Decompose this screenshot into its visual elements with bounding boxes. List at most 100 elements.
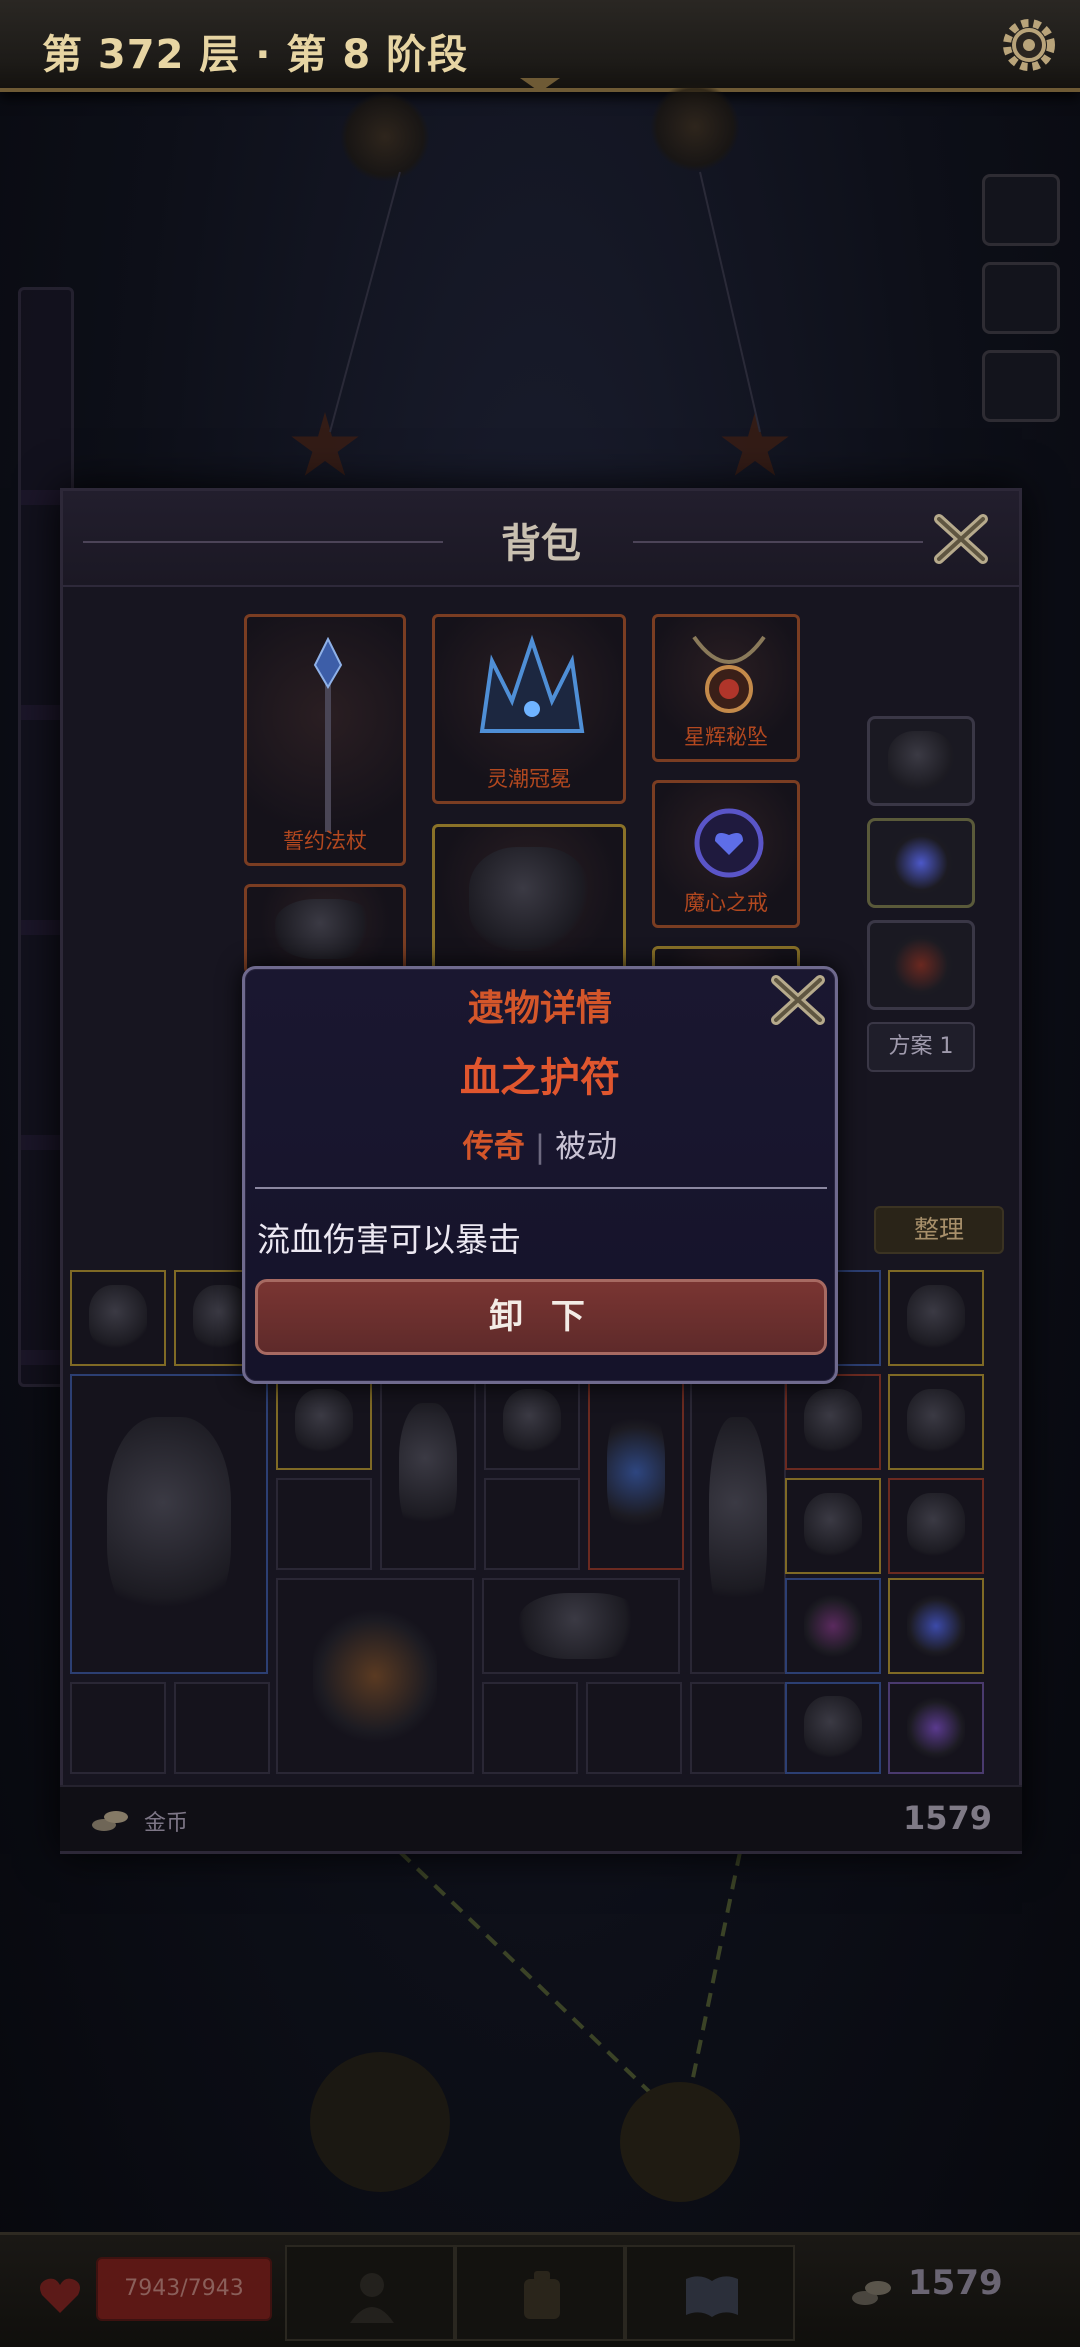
gauntlet-icon: [275, 898, 375, 960]
ring-slot[interactable]: 魔心之戒: [652, 780, 800, 928]
equip-label: 星辉秘坠: [684, 725, 768, 749]
gloves-slot[interactable]: [244, 884, 406, 974]
staff-icon: [708, 1417, 768, 1631]
orb-icon: [803, 1592, 863, 1660]
equip-label: 灵潮冠冕: [487, 767, 571, 791]
backpack-item[interactable]: [888, 1578, 984, 1674]
staff-icon: [313, 637, 343, 832]
backpack-item[interactable]: [888, 1374, 984, 1470]
backpack-empty-cell[interactable]: [276, 1478, 372, 1570]
backpack-empty-cell[interactable]: [70, 1682, 166, 1774]
crystal-icon: [888, 730, 954, 792]
crown-icon: [479, 634, 585, 733]
coins-icon: [92, 1811, 128, 1831]
hourglass-icon: [803, 1492, 863, 1560]
ring-icon: [294, 1388, 354, 1456]
coins-icon: [852, 2281, 891, 2305]
backpack-empty-cell[interactable]: [690, 1682, 786, 1774]
header-divider: [633, 541, 923, 543]
codex-button[interactable]: [625, 2245, 795, 2341]
currency-value: 1579: [902, 1799, 992, 1837]
backpack-item[interactable]: [380, 1374, 476, 1570]
hero-portrait-icon: [350, 2273, 394, 2323]
gauntlet-icon: [312, 1606, 438, 1746]
backpack-empty-cell[interactable]: [484, 1478, 580, 1570]
inventory-header: 背包: [63, 491, 1019, 587]
backpack-item[interactable]: [276, 1374, 372, 1470]
inventory-close-icon[interactable]: [931, 513, 991, 565]
sort-button[interactable]: 整理: [874, 1206, 1004, 1254]
armor-icon: [468, 847, 590, 951]
amulet-icon: [692, 635, 766, 713]
relic-detail-modal: 遗物详情 血之护符 传奇 | 被动 流血伤害可以暴击 卸 下: [242, 966, 838, 1384]
currency-row: 金币 1579: [60, 1785, 1022, 1851]
modal-heading: 遗物详情: [467, 988, 612, 1029]
backpack-empty-cell[interactable]: [586, 1682, 682, 1774]
modal-divider: [255, 1187, 827, 1189]
equip-label: 魔心之戒: [684, 891, 768, 915]
modal-close-icon[interactable]: [767, 973, 829, 1027]
book-icon: [686, 2276, 738, 2317]
backpack-item[interactable]: [888, 1270, 984, 1366]
relic-side-slot[interactable]: [867, 716, 975, 806]
backpack-item[interactable]: [785, 1374, 881, 1470]
crystal-icon: [803, 1696, 863, 1760]
relic-side-slot[interactable]: [867, 818, 975, 908]
relic-tags: 传奇 | 被动: [245, 1121, 835, 1166]
necklace-slot[interactable]: 星辉秘坠: [652, 614, 800, 762]
boots-icon: [906, 1492, 966, 1560]
coat-icon: [106, 1417, 232, 1631]
armor-icon: [906, 1284, 966, 1352]
backpack-item[interactable]: [482, 1578, 680, 1674]
floor-stage-title: 第 372 层 · 第 8 阶段: [42, 32, 469, 78]
backpack-item[interactable]: [70, 1374, 268, 1674]
inventory-title: 背包: [501, 521, 581, 567]
gold-counter: 1579: [908, 2263, 1003, 2303]
backpack-item[interactable]: [888, 1682, 984, 1774]
bottom-bar: 7943/7943 1579: [0, 2232, 1080, 2347]
backpack-item[interactable]: [888, 1478, 984, 1574]
belt-icon: [518, 1592, 644, 1660]
backpack-icon: [524, 2271, 560, 2319]
backpack-empty-cell[interactable]: [174, 1682, 270, 1774]
compass-icon: [906, 1592, 966, 1660]
settings-gear-icon[interactable]: [996, 12, 1062, 78]
hp-display: 7943/7943: [96, 2257, 272, 2321]
ring-icon: [88, 1284, 148, 1352]
unequip-button[interactable]: 卸 下: [255, 1279, 827, 1355]
heart-icon: [40, 2278, 80, 2313]
weapon-slot[interactable]: 誓约法杖: [244, 614, 406, 866]
staff-icon: [606, 1402, 666, 1542]
game-screen: 第 372 层 · 第 8 阶段 背包 誓约法杖 灵潮冠冕 星辉秘坠 魔心之戒 …: [0, 0, 1080, 2347]
lightning-icon: [888, 832, 954, 894]
currency-label: 金币: [144, 1811, 189, 1836]
eye-gem-icon: [906, 1696, 966, 1760]
tag-separator: |: [534, 1129, 546, 1165]
backpack-item[interactable]: [785, 1478, 881, 1574]
armor-slot[interactable]: [432, 824, 626, 974]
ring-icon: [906, 1388, 966, 1456]
backpack-item[interactable]: [484, 1374, 580, 1470]
crystal-icon: [803, 1388, 863, 1456]
relic-name: 血之护符: [460, 1055, 620, 1101]
backpack-item[interactable]: [690, 1374, 786, 1674]
backpack-item[interactable]: [785, 1578, 881, 1674]
equip-label: 誓约法杖: [283, 829, 367, 853]
amulet-icon: [888, 934, 954, 996]
backpack-button[interactable]: [455, 2245, 625, 2341]
type-tag: 被动: [555, 1129, 618, 1165]
backpack-item[interactable]: [70, 1270, 166, 1366]
character-button[interactable]: [285, 2245, 455, 2341]
backpack-item[interactable]: [785, 1682, 881, 1774]
backpack-empty-cell[interactable]: [482, 1682, 578, 1774]
rarity-tag: 传奇: [462, 1129, 525, 1165]
helmet-slot[interactable]: 灵潮冠冕: [432, 614, 626, 804]
relic-side-slot[interactable]: [867, 920, 975, 1010]
top-bar: 第 372 层 · 第 8 阶段: [0, 0, 1080, 92]
backpack-item[interactable]: [276, 1578, 474, 1774]
backpack-item[interactable]: [588, 1374, 684, 1570]
staff-icon: [398, 1402, 458, 1542]
ring-icon: [694, 808, 764, 878]
amulet-icon: [502, 1388, 562, 1456]
loadout-scheme-button[interactable]: 方案 1: [867, 1022, 975, 1072]
